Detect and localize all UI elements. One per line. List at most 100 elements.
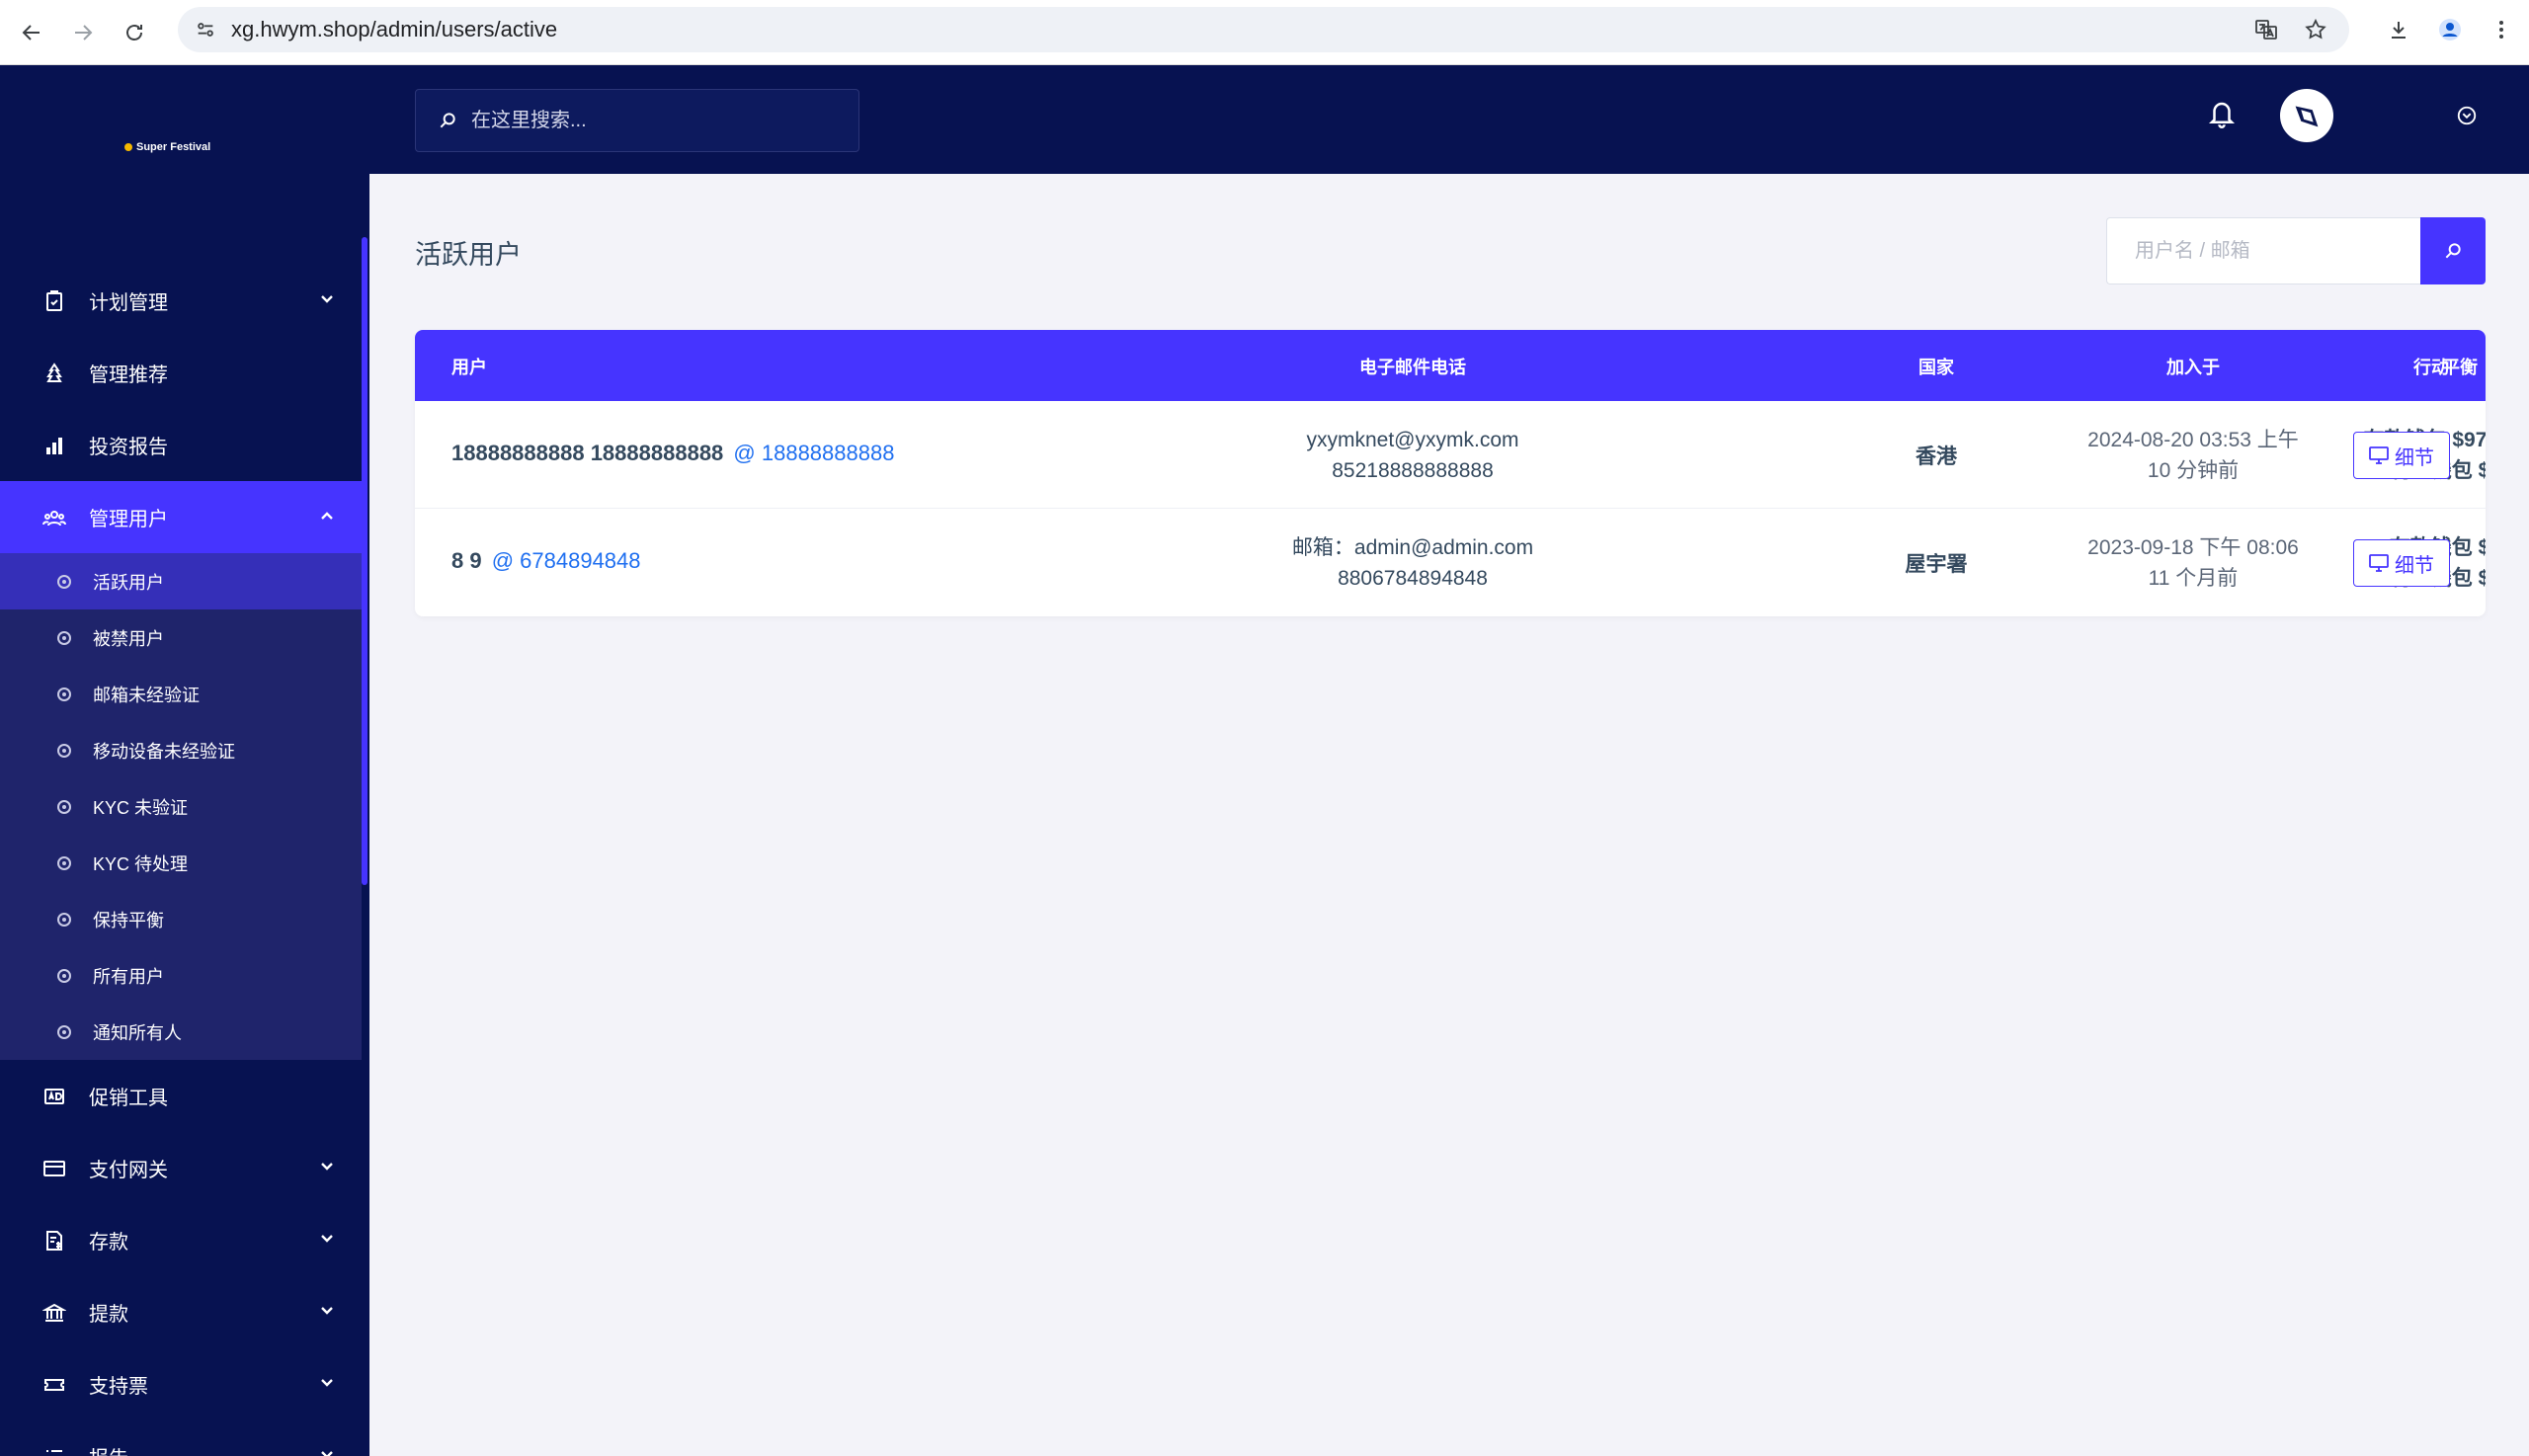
email-phone-cell: 邮箱：admin@admin.com 8806784894848 [1146, 532, 1679, 594]
sidebar-subitem-kyc-pending[interactable]: KYC 待处理 [0, 835, 362, 891]
avatar-logo-icon [2295, 106, 2319, 127]
global-search[interactable] [415, 89, 859, 152]
logo[interactable]: Super Festival [124, 141, 210, 153]
browser-toolbar: xg.hwym.shop/admin/users/active [0, 0, 2529, 65]
user-cell: 18888888888 18888888888 @ 18888888888 [451, 441, 894, 466]
manage-users-submenu: 活跃用户 被禁用户 邮箱未经验证 移动设备未经验证 KYC 未验证 KYC 待处… [0, 553, 362, 1060]
table-row: 18888888888 18888888888 @ 18888888888 yx… [415, 401, 2486, 509]
search-icon [440, 113, 455, 128]
sidebar-subitem-all-users[interactable]: 所有用户 [0, 947, 362, 1004]
circle-dot-icon [57, 630, 71, 645]
sidebar-item-withdrawals[interactable]: 提款 [0, 1276, 362, 1348]
ticket-icon [41, 1372, 67, 1398]
chevron-down-icon [321, 1235, 333, 1243]
user-filter-form [2106, 217, 2486, 284]
header-balance: 平衡 [2442, 358, 2478, 377]
ad-icon [41, 1084, 67, 1109]
profile-dropdown-icon[interactable] [2456, 105, 2482, 130]
tree-icon [41, 361, 67, 386]
avatar[interactable] [2280, 89, 2333, 142]
chevron-down-icon [321, 1163, 333, 1171]
circle-dot-icon [57, 855, 71, 870]
back-icon[interactable] [12, 13, 51, 52]
users-table: 用户 电子邮件电话 国家 加入于 平衡 行动 18888888888 18888… [415, 330, 2486, 616]
clipboard-check-icon [41, 288, 67, 314]
sidebar-subitem-kyc-unverified[interactable]: KYC 未验证 [0, 778, 362, 835]
details-button[interactable]: 细节 [2353, 539, 2450, 587]
header-email-phone: 电子邮件电话 [1359, 358, 1466, 377]
page-title: 活跃用户 [415, 240, 522, 270]
user-phone: 8806784894848 [1338, 567, 1488, 590]
email-phone-cell: yxymknet@yxymk.com 85218888888888 [1146, 425, 1679, 486]
desktop-icon [2369, 554, 2389, 572]
user-phone: 85218888888888 [1332, 459, 1494, 482]
circle-dot-icon [57, 574, 71, 589]
translate-icon[interactable] [2246, 10, 2286, 49]
sidebar-item-manage-users[interactable]: 管理用户 [0, 481, 362, 553]
table-row: 8 9 @ 6784894848 邮箱：admin@admin.com 8806… [415, 509, 2486, 616]
circle-dot-icon [57, 912, 71, 927]
table-header: 用户 电子邮件电话 国家 加入于 平衡 行动 [415, 330, 2486, 401]
sidebar-subitem-mobile-unverified[interactable]: 移动设备未经验证 [0, 722, 362, 778]
desktop-icon [2369, 446, 2389, 464]
sidebar-item-payment-gateways[interactable]: 支付网关 [0, 1132, 362, 1204]
search-icon [2445, 243, 2461, 259]
sidebar-subitem-notify-all[interactable]: 通知所有人 [0, 1004, 362, 1060]
chevron-down-icon [321, 1451, 333, 1456]
sidebar-item-reports[interactable]: 报告 [0, 1420, 362, 1456]
sidebar-item-plan-management[interactable]: 计划管理 [0, 265, 362, 337]
credit-card-icon [41, 1156, 67, 1181]
sidebar-subitem-banned-users[interactable]: 被禁用户 [0, 609, 362, 666]
topbar [369, 65, 2529, 174]
sidebar-scrollbar[interactable] [362, 237, 367, 885]
circle-dot-icon [57, 1024, 71, 1039]
sidebar-item-deposits[interactable]: 存款 [0, 1204, 362, 1276]
address-bar[interactable]: xg.hwym.shop/admin/users/active [178, 7, 2349, 52]
users-icon [41, 505, 67, 530]
chevron-down-icon [321, 295, 333, 303]
site-settings-icon[interactable] [186, 10, 225, 49]
url-text[interactable]: xg.hwym.shop/admin/users/active [231, 17, 557, 42]
menu-dots-icon[interactable] [2482, 10, 2521, 49]
header-action: 行动 [2413, 358, 2449, 377]
user-fullname: 8 9 [451, 548, 482, 573]
circle-dot-icon [57, 687, 71, 701]
user-fullname: 18888888888 18888888888 [451, 441, 724, 465]
sidebar: Super Festival 计划管理 管理推荐 投资报告 管理用户 活跃用户 … [0, 65, 369, 1456]
user-email: 邮箱：admin@admin.com [1291, 536, 1534, 559]
bookmark-star-icon[interactable] [2296, 10, 2335, 49]
circle-dot-icon [57, 799, 71, 814]
user-handle-link[interactable]: @ 18888888888 [733, 441, 894, 465]
chevron-down-icon [321, 1307, 333, 1315]
sidebar-item-investment-report[interactable]: 投资报告 [0, 409, 362, 481]
global-search-input[interactable] [471, 109, 847, 132]
user-handle-link[interactable]: @ 6784894848 [492, 548, 641, 573]
sidebar-item-support-tickets[interactable]: 支持票 [0, 1348, 362, 1420]
header-user: 用户 [451, 358, 487, 377]
bank-icon [41, 1300, 67, 1326]
sidebar-item-promotion-tools[interactable]: 促销工具 [0, 1060, 362, 1132]
sidebar-subitem-email-unverified[interactable]: 邮箱未经验证 [0, 666, 362, 722]
forward-icon[interactable] [63, 13, 103, 52]
sidebar-subitem-active-users[interactable]: 活跃用户 [0, 553, 362, 609]
sidebar-menu: 计划管理 管理推荐 投资报告 管理用户 活跃用户 被禁用户 邮箱未经验证 移动设… [0, 265, 362, 1456]
download-icon[interactable] [2379, 10, 2418, 49]
circle-dot-icon [57, 968, 71, 983]
user-email: yxymknet@yxymk.com [1306, 429, 1519, 451]
username-email-input[interactable] [2106, 217, 2420, 284]
list-icon [41, 1444, 67, 1456]
filter-search-button[interactable] [2420, 217, 2486, 284]
chevron-up-icon [321, 512, 333, 520]
sidebar-item-referrals[interactable]: 管理推荐 [0, 337, 362, 409]
details-button[interactable]: 细节 [2353, 432, 2450, 479]
user-cell: 8 9 @ 6784894848 [451, 548, 641, 574]
chevron-down-icon [321, 1379, 333, 1387]
reload-icon[interactable] [115, 13, 154, 52]
circle-dot-icon [57, 743, 71, 758]
logo-mark-icon [124, 143, 132, 151]
bell-icon[interactable] [2207, 97, 2246, 140]
bar-chart-icon [41, 433, 67, 458]
sidebar-subitem-with-balance[interactable]: 保持平衡 [0, 891, 362, 947]
profile-icon[interactable] [2430, 10, 2470, 49]
file-dollar-icon [41, 1228, 67, 1254]
